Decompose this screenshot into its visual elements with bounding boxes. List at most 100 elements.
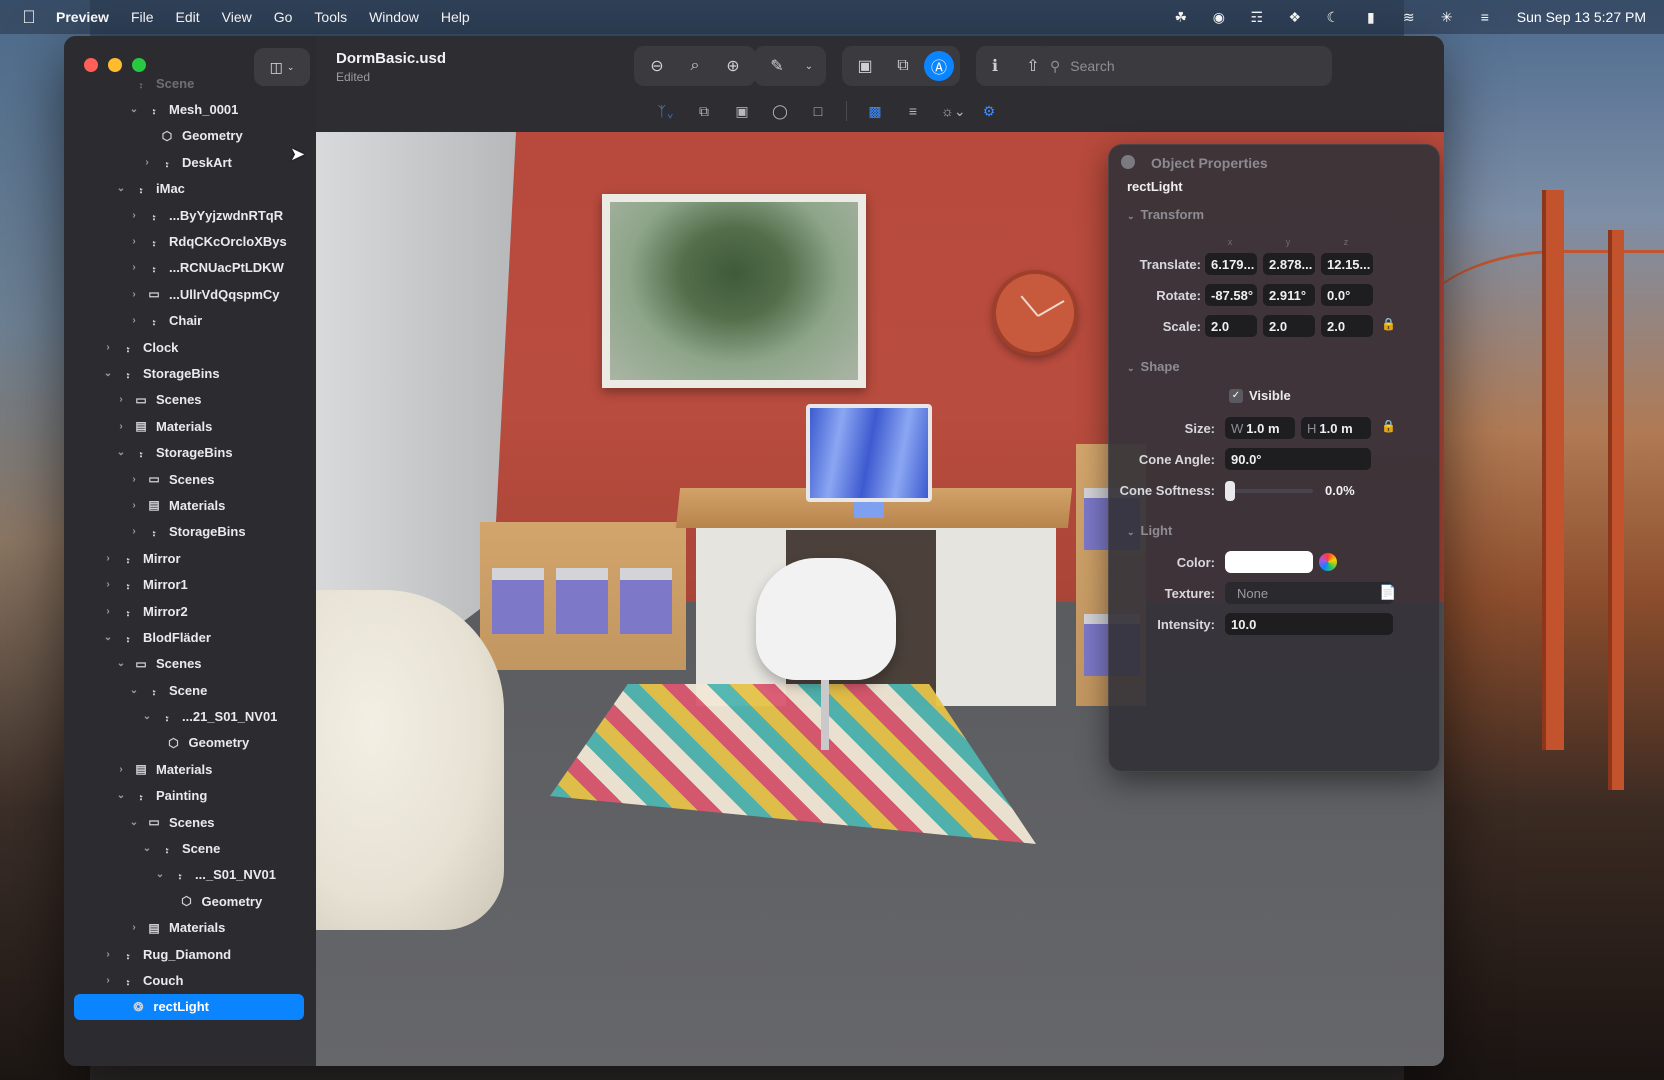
scale-x-field[interactable]: 2.0 — [1205, 315, 1257, 337]
record-icon[interactable]: ◉ — [1209, 9, 1229, 26]
menu-go[interactable]: Go — [274, 9, 293, 25]
sidebar-item[interactable]: › ⹎ StorageBins — [64, 519, 316, 545]
chevron-right-icon[interactable]: › — [102, 975, 114, 986]
sidebar-item[interactable]: › ⹎ Chair — [64, 308, 316, 334]
sidebar-item[interactable]: ⌄ ⹎ BlodFläder — [64, 624, 316, 650]
menu-window[interactable]: Window — [369, 9, 419, 25]
wall-clock[interactable] — [992, 270, 1078, 356]
sidebar-item[interactable]: › ⹎ Mirror — [64, 545, 316, 571]
chevron-right-icon[interactable]: › — [128, 500, 140, 511]
sidebar-item[interactable]: › ▭ Scenes — [64, 387, 316, 413]
height-field[interactable]: H 1.0 m — [1301, 417, 1371, 439]
sidebar-item[interactable]: › ⹎ Couch — [64, 967, 316, 993]
light-section-header[interactable]: ⌄ Light — [1127, 523, 1172, 538]
sidebar-item[interactable]: › ▭ Scenes — [64, 466, 316, 492]
close-panel-button[interactable] — [1121, 155, 1135, 169]
sun-icon[interactable]: ☼⌄ — [941, 103, 966, 120]
rotate-y-field[interactable]: 2.911° — [1263, 284, 1315, 306]
apple-menu-icon[interactable]:  — [18, 7, 40, 28]
node-select-icon[interactable]: ᛉ⌄ — [656, 103, 676, 119]
sidebar-item[interactable]: ⌄ ⹎ ..._S01_NV01 — [64, 862, 316, 888]
menu-help[interactable]: Help — [441, 9, 470, 25]
translate-y-field[interactable]: 2.878... — [1263, 253, 1315, 275]
rotate-z-field[interactable]: 0.0° — [1321, 284, 1373, 306]
chevron-right-icon[interactable]: › — [102, 553, 114, 564]
zoom-to-fit-icon[interactable]: ⌕ — [678, 51, 712, 81]
sidebar-item[interactable]: ⌄ ⹎ Scene — [64, 677, 316, 703]
duplicate-icon[interactable]: ⧉ — [694, 103, 714, 120]
chevron-down-icon[interactable]: ⌄ — [128, 104, 140, 115]
chevron-down-icon[interactable]: ⌄ — [102, 368, 114, 379]
chevron-right-icon[interactable]: › — [128, 474, 140, 485]
info-icon[interactable]: ℹ — [978, 51, 1012, 81]
chevron-down-icon[interactable]: ⌄ — [141, 843, 153, 854]
sidebar-item[interactable]: ⬡ Geometry — [64, 730, 316, 756]
sidebar-item[interactable]: ⌄ ⹎ StorageBins — [64, 360, 316, 386]
transform-section-header[interactable]: ⌄ Transform — [1127, 207, 1204, 222]
chevron-right-icon[interactable]: › — [102, 949, 114, 960]
chevron-down-icon[interactable]: ⌄ — [102, 632, 114, 643]
chevron-right-icon[interactable]: › — [128, 922, 140, 933]
chevron-down-icon[interactable]: ⌄ — [115, 790, 127, 801]
snapshot-icon[interactable]: ▣ — [848, 51, 882, 81]
environment-icon[interactable]: ▩ — [865, 103, 885, 120]
sidebar-item[interactable]: ⬡ Geometry — [64, 888, 316, 914]
sidebar-item[interactable]: ⬡ Geometry — [64, 123, 316, 149]
menu-edit[interactable]: Edit — [176, 9, 200, 25]
chevron-right-icon[interactable]: › — [128, 236, 140, 247]
shape-section-header[interactable]: ⌄ Shape — [1127, 359, 1180, 374]
scale-z-field[interactable]: 2.0 — [1321, 315, 1373, 337]
storage-bins-left[interactable] — [480, 522, 686, 670]
translate-x-field[interactable]: 6.179... — [1205, 253, 1257, 275]
comment-icon[interactable]: □ — [808, 103, 828, 119]
cone-softness-slider[interactable] — [1225, 489, 1313, 493]
intensity-field[interactable]: 10.0 — [1225, 613, 1393, 635]
chevron-right-icon[interactable]: › — [102, 579, 114, 590]
sidebar-item[interactable]: › ⹎ Mirror2 — [64, 598, 316, 624]
size-lock-icon[interactable]: 🔒 — [1381, 419, 1396, 433]
app-menu[interactable]: Preview — [56, 9, 109, 25]
sidebar-item[interactable]: › ⹎ Mirror1 — [64, 571, 316, 597]
light-bulb-icon[interactable]: ◯ — [770, 103, 790, 120]
sidebar-item[interactable]: › ▭ ...UllrVdQqspmCy — [64, 281, 316, 307]
scanner-icon[interactable]: ☶ — [1247, 9, 1267, 26]
zoom-out-icon[interactable]: ⊖ — [640, 51, 674, 81]
scale-y-field[interactable]: 2.0 — [1263, 315, 1315, 337]
rotate-x-field[interactable]: -87.58° — [1205, 284, 1257, 306]
chevron-right-icon[interactable]: › — [115, 394, 127, 405]
markup-pen-icon[interactable]: ✎ — [760, 51, 794, 81]
chevron-right-icon[interactable]: › — [115, 764, 127, 775]
camera-icon[interactable]: ▣ — [732, 103, 752, 120]
chevron-right-icon[interactable]: › — [102, 606, 114, 617]
chevron-right-icon[interactable]: › — [115, 421, 127, 432]
cone-softness-field[interactable]: 0.0% — [1319, 479, 1371, 501]
chevron-right-icon[interactable]: › — [128, 210, 140, 221]
zoom-in-icon[interactable]: ⊕ — [716, 51, 750, 81]
cone-softness-slider-thumb[interactable] — [1225, 481, 1235, 501]
chevron-down-icon[interactable]: ⌄ — [128, 685, 140, 696]
sidebar-item[interactable]: ⌄ ⹎ iMac — [64, 176, 316, 202]
cone-angle-field[interactable]: 90.0° — [1225, 448, 1371, 470]
chevron-right-icon[interactable]: › — [141, 157, 153, 168]
menu-view[interactable]: View — [222, 9, 252, 25]
light-color-swatch[interactable] — [1225, 551, 1313, 573]
sidebar-item[interactable]: ⌄ ⹎ Mesh_0001 — [64, 96, 316, 122]
sidebar-item[interactable]: ⹎ Scene — [64, 70, 316, 96]
sidebar-item[interactable]: › ⹎ ...RCNUacPtLDKW — [64, 255, 316, 281]
sidebar-item[interactable]: ❂ rectLight — [74, 993, 304, 1021]
wifi-icon[interactable]: ≋ — [1399, 9, 1419, 26]
menu-tools[interactable]: Tools — [314, 9, 347, 25]
markup-toggle-icon[interactable]: Ⓐ — [924, 51, 954, 81]
adjustments-icon[interactable]: ≡ — [903, 103, 923, 119]
sidebar-item[interactable]: › ⹎ DeskArt — [64, 149, 316, 175]
dropbox-icon[interactable]: ❖ — [1285, 9, 1305, 26]
chevron-down-icon[interactable]: ⌄ — [115, 658, 127, 669]
visible-checkbox[interactable]: ✓ — [1229, 389, 1243, 403]
chevron-right-icon[interactable]: › — [128, 289, 140, 300]
chevron-down-icon[interactable]: ⌄ — [154, 869, 166, 880]
control-center-icon[interactable]: ≡ — [1475, 9, 1495, 25]
color-picker-icon[interactable] — [1319, 553, 1337, 571]
chevron-down-icon[interactable]: ⌄ — [798, 51, 820, 81]
chevron-down-icon[interactable]: ⌄ — [128, 817, 140, 828]
sidebar-item[interactable]: › ▤ Materials — [64, 492, 316, 518]
